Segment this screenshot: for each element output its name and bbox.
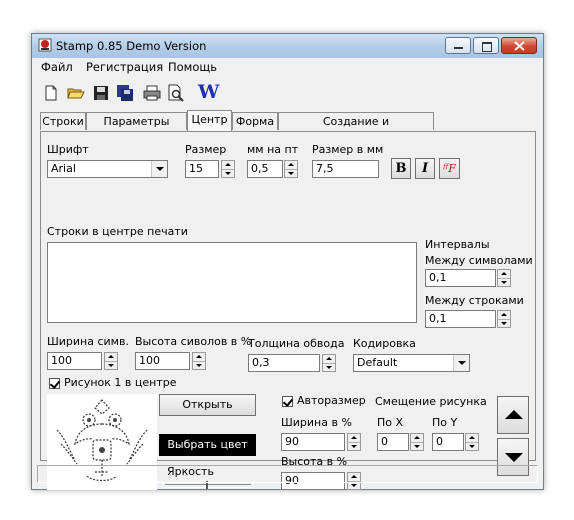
width-pct-input[interactable]: 90	[281, 433, 345, 451]
between-chars-input[interactable]: 0,1	[425, 269, 496, 287]
menu-help[interactable]: Помощь	[168, 60, 217, 74]
app-window: Stamp 0.85 Demo Version Файл Регистрация…	[31, 33, 544, 490]
tab-create-edit[interactable]: Создание и редактирование	[278, 112, 434, 145]
intervals-title: Интервалы	[425, 238, 490, 251]
stroke-label: Толщина обвода	[248, 337, 345, 350]
mm-per-pt-spinner[interactable]	[284, 160, 298, 178]
toolbar: W	[32, 79, 543, 105]
bold-button[interactable]: B	[391, 158, 411, 179]
offset-y-input[interactable]: 0	[432, 433, 464, 451]
font-label: Шрифт	[47, 143, 89, 156]
size-spinner[interactable]	[221, 160, 235, 178]
offset-label: Смещение рисунка	[375, 395, 487, 408]
encoding-select[interactable]: Default	[353, 354, 470, 372]
tab-line-params[interactable]: Параметры строк	[86, 112, 187, 145]
between-chars-spinner[interactable]	[497, 269, 511, 287]
italic-button[interactable]: I	[415, 158, 435, 179]
char-height-label: Высота сиволов в %	[135, 335, 252, 348]
offset-y-label: По Y	[432, 416, 458, 429]
char-height-spinner[interactable]	[192, 352, 206, 370]
choose-color-button[interactable]: Выбрать цвет	[159, 434, 256, 456]
offset-x-spinner[interactable]	[410, 433, 424, 451]
chevron-down-icon	[453, 355, 469, 371]
open-picture-button[interactable]: Открыть	[159, 394, 256, 416]
mm-per-pt-label: мм на пт	[247, 143, 299, 156]
autosize-label: Авторазмер	[297, 394, 366, 407]
char-width-input[interactable]: 100	[47, 352, 102, 370]
maximize-button[interactable]	[473, 37, 499, 54]
width-pct-spinner[interactable]	[347, 433, 361, 451]
stroke-spinner[interactable]	[322, 354, 336, 372]
tab-lines[interactable]: Строки	[40, 112, 86, 130]
font-select-value: Arial	[51, 162, 76, 175]
close-icon	[514, 41, 525, 51]
print-preview-icon[interactable]	[167, 84, 185, 102]
chevron-down-icon	[151, 161, 167, 177]
title-bar[interactable]: Stamp 0.85 Demo Version	[32, 34, 543, 59]
size-label: Размер	[185, 143, 227, 156]
menu-registration[interactable]: Регистрация	[86, 60, 163, 74]
arrow-down-icon	[505, 453, 523, 462]
between-lines-spinner[interactable]	[497, 310, 511, 328]
center-tab-panel: Шрифт Arial Размер 15 мм на пт 0,5 Разме…	[40, 131, 536, 490]
open-folder-icon[interactable]	[67, 84, 85, 102]
between-lines-input[interactable]: 0,1	[425, 310, 496, 328]
char-height-input[interactable]: 100	[135, 352, 190, 370]
encoding-label: Кодировка	[353, 337, 416, 350]
status-bar	[37, 465, 538, 483]
center-lines-textarea[interactable]	[47, 242, 417, 323]
mm-per-pt-input[interactable]: 0,5	[247, 160, 283, 178]
between-chars-label: Между символами	[425, 254, 533, 267]
autosize-checkbox[interactable]	[282, 396, 293, 407]
stroke-input[interactable]: 0,3	[248, 354, 320, 372]
menu-bar: Файл Регистрация Помощь	[32, 58, 543, 76]
offset-y-spinner[interactable]	[465, 433, 479, 451]
char-width-label: Ширина симв.	[47, 335, 129, 348]
save-all-icon[interactable]	[116, 84, 134, 102]
center-lines-label: Строки в центре печати	[47, 225, 188, 238]
picture-center-label: Рисунок 1 в центре	[64, 376, 177, 389]
size-mm-label: Размер в мм	[312, 143, 384, 156]
maximize-icon	[482, 42, 492, 52]
tab-shape[interactable]: Форма	[232, 112, 278, 130]
print-icon[interactable]	[143, 84, 161, 102]
between-lines-label: Между строками	[425, 294, 524, 307]
new-document-icon[interactable]	[42, 84, 60, 102]
char-width-spinner[interactable]	[104, 352, 118, 370]
word-export-icon[interactable]: W	[198, 81, 219, 103]
window-title: Stamp 0.85 Demo Version	[56, 39, 207, 53]
size-input[interactable]: 15	[185, 160, 219, 178]
close-button[interactable]	[501, 37, 537, 54]
size-mm-input[interactable]: 7,5	[312, 160, 379, 178]
tab-center[interactable]: Центр	[187, 110, 232, 131]
encoding-select-value: Default	[357, 356, 398, 369]
offset-x-label: По X	[377, 416, 404, 429]
picture-center-checkbox[interactable]	[49, 378, 60, 389]
fancy-font-button[interactable]: ᶠᶠF	[439, 158, 460, 179]
width-pct-label: Ширина в %	[281, 416, 352, 429]
stamp-app-icon	[38, 38, 52, 52]
menu-file[interactable]: Файл	[41, 60, 73, 74]
minimize-button[interactable]	[445, 37, 471, 54]
offset-x-input[interactable]: 0	[377, 433, 409, 451]
brightness-slider-track	[165, 484, 251, 488]
save-icon[interactable]	[92, 84, 110, 102]
move-up-button[interactable]	[497, 396, 529, 434]
font-select[interactable]: Arial	[47, 160, 168, 178]
arrow-up-icon	[505, 410, 523, 419]
minimize-icon	[454, 47, 463, 49]
